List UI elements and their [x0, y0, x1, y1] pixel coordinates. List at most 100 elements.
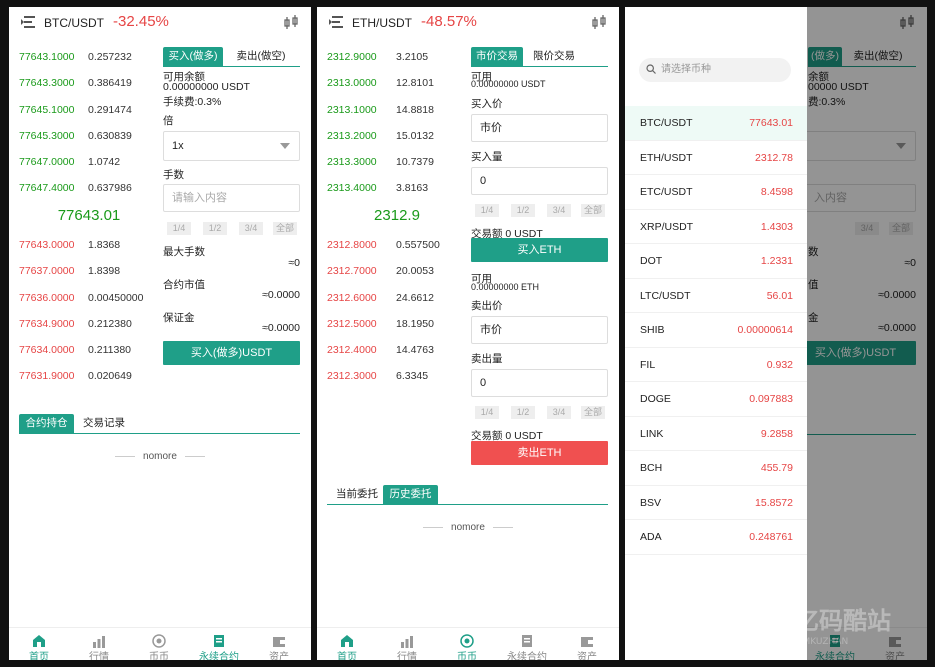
- tab-order-history[interactable]: 历史委托: [383, 485, 438, 504]
- order-row[interactable]: 2312.4000 14.4763: [327, 338, 457, 364]
- market-price: 0.248761: [749, 531, 793, 543]
- eth-spot-panel: ETH/USDT -48.57% 2312.9000 3.2105 2313.00…: [317, 7, 619, 660]
- order-row[interactable]: 77643.3000 0.386419: [19, 71, 149, 97]
- market-row[interactable]: BSV 15.8572: [625, 486, 807, 520]
- order-row[interactable]: 77645.1000 0.291474: [19, 98, 149, 124]
- order-row[interactable]: 77634.9000 0.212380: [19, 312, 149, 338]
- hands-input[interactable]: 请输入内容: [163, 184, 300, 212]
- sell-percent-buttons: 1/4 1/2 3/4 全部: [471, 406, 608, 419]
- market-price: 8.4598: [760, 186, 793, 198]
- order-row[interactable]: 2313.1000 14.8818: [327, 98, 457, 124]
- buy-qty-label: 买入量: [471, 151, 503, 163]
- pct-three-quarter-button[interactable]: 3/4: [547, 204, 571, 217]
- candlestick-icon[interactable]: [283, 15, 299, 30]
- order-row[interactable]: 2312.3000 6.3345: [327, 364, 457, 390]
- buy-eth-button[interactable]: 买入ETH: [471, 238, 608, 262]
- pct-quarter-button[interactable]: 1/4: [475, 406, 499, 419]
- last-price: 2312.9: [374, 207, 420, 224]
- pct-half-button[interactable]: 1/2: [511, 204, 535, 217]
- market-row[interactable]: BTC/USDT 77643.01: [625, 106, 807, 141]
- tab-spot[interactable]: 币币: [437, 628, 497, 660]
- market-row[interactable]: ETH/USDT 2312.78: [625, 141, 807, 175]
- tab-limit-order[interactable]: 限价交易: [529, 47, 579, 66]
- pct-quarter-button[interactable]: 1/4: [167, 222, 191, 235]
- order-row[interactable]: 2313.4000 3.8163: [327, 176, 457, 202]
- tab-perpetual[interactable]: 永续合约: [497, 628, 557, 660]
- tab-assets[interactable]: 资产: [557, 628, 617, 660]
- watermark-logo: 亿码酷站 YMKUZHAN: [734, 596, 891, 648]
- max-hands-label: 最大手数: [163, 246, 205, 258]
- change-percent: -32.45%: [113, 13, 169, 30]
- pct-three-quarter-button[interactable]: 3/4: [239, 222, 263, 235]
- menu-icon[interactable]: [329, 16, 343, 28]
- buy-long-button[interactable]: 买入(做多)USDT: [163, 341, 300, 365]
- tab-spot[interactable]: 币币: [129, 628, 189, 660]
- order-row[interactable]: 77637.0000 1.8398: [19, 259, 149, 285]
- candlestick-icon[interactable]: [591, 15, 607, 30]
- tab-home[interactable]: 首页: [317, 628, 377, 660]
- market-row[interactable]: SHIB 0.00000614: [625, 313, 807, 348]
- tab-market[interactable]: 行情: [377, 628, 437, 660]
- order-row[interactable]: 2313.2000 15.0132: [327, 124, 457, 150]
- fee-text: 手续费:0.3%: [163, 96, 222, 108]
- order-row[interactable]: 77647.4000 0.637986: [19, 176, 149, 202]
- margin-value: ≈0.0000: [262, 322, 300, 334]
- sell-eth-button[interactable]: 卖出ETH: [471, 441, 608, 465]
- order-row[interactable]: 77647.0000 1.0742: [19, 150, 149, 176]
- pct-all-button[interactable]: 全部: [273, 222, 297, 235]
- tab-sell-short[interactable]: 卖出(做空): [226, 47, 296, 66]
- search-input[interactable]: 请选择币种: [639, 58, 791, 82]
- order-row[interactable]: 2313.0000 12.8101: [327, 71, 457, 97]
- order-row[interactable]: 77643.0000 1.8368: [19, 233, 149, 259]
- market-row[interactable]: LINK 9.2858: [625, 417, 807, 451]
- pair-title[interactable]: ETH/USDT: [352, 16, 412, 30]
- buy-price-input[interactable]: 市价: [471, 114, 608, 142]
- market-row[interactable]: DOT 1.2331: [625, 244, 807, 279]
- order-row[interactable]: 77636.0000 0.00450000: [19, 286, 149, 312]
- sell-qty-input[interactable]: 0: [471, 369, 608, 397]
- tab-market[interactable]: 行情: [69, 628, 129, 660]
- market-row[interactable]: LTC/USDT 56.01: [625, 279, 807, 313]
- market-row[interactable]: XRP/USDT 1.4303: [625, 210, 807, 244]
- pct-quarter-button[interactable]: 1/4: [475, 204, 499, 217]
- tab-buy-long[interactable]: 买入(做多): [163, 47, 223, 66]
- tab-assets[interactable]: 资产: [249, 628, 309, 660]
- market-row[interactable]: FIL 0.932: [625, 348, 807, 382]
- order-row[interactable]: 77645.3000 0.630839: [19, 124, 149, 150]
- pct-all-button[interactable]: 全部: [581, 204, 605, 217]
- pct-half-button[interactable]: 1/2: [511, 406, 535, 419]
- market-symbol: LTC/USDT: [640, 289, 691, 302]
- order-row[interactable]: 2312.5000 18.1950: [327, 312, 457, 338]
- market-row[interactable]: ADA 0.248761: [625, 520, 807, 555]
- tab-current-orders[interactable]: 当前委托: [332, 485, 382, 504]
- order-row[interactable]: 77631.9000 0.020649: [19, 364, 149, 390]
- pct-all-button[interactable]: 全部: [581, 406, 605, 419]
- buy-qty-input[interactable]: 0: [471, 167, 608, 195]
- leverage-select[interactable]: 1x: [163, 131, 300, 161]
- tab-market-order[interactable]: 市价交易: [471, 47, 523, 66]
- order-row[interactable]: 2312.8000 0.557500: [327, 233, 457, 259]
- market-row[interactable]: DOGE 0.097883: [625, 382, 807, 417]
- order-row[interactable]: 2312.7000 20.0053: [327, 259, 457, 285]
- market-row[interactable]: ETC/USDT 8.4598: [625, 175, 807, 210]
- market-price: 0.00000614: [737, 324, 793, 336]
- market-row[interactable]: BCH 455.79: [625, 451, 807, 486]
- order-row[interactable]: 2312.9000 3.2105: [327, 45, 457, 71]
- order-row[interactable]: 2312.6000 24.6612: [327, 286, 457, 312]
- pct-three-quarter-button[interactable]: 3/4: [547, 406, 571, 419]
- tab-trade-records[interactable]: 交易记录: [79, 414, 129, 433]
- available-eth: 0.00000000 ETH: [471, 282, 540, 292]
- sell-price-input[interactable]: 市价: [471, 316, 608, 344]
- menu-icon[interactable]: [21, 16, 35, 28]
- tab-home[interactable]: 首页: [9, 628, 69, 660]
- tab-positions[interactable]: 合约持仓: [19, 414, 74, 433]
- order-row[interactable]: 77634.0000 0.211380: [19, 338, 149, 364]
- market-symbol: BSV: [640, 496, 662, 509]
- ask-list: 2312.8000 0.557500 2312.7000 20.0053 2312.…: [327, 233, 457, 391]
- order-row[interactable]: 77643.1000 0.257232: [19, 45, 149, 71]
- tab-perpetual[interactable]: 永续合约: [189, 628, 249, 660]
- order-row[interactable]: 2313.3000 10.7379: [327, 150, 457, 176]
- pair-title[interactable]: BTC/USDT: [44, 16, 104, 30]
- pct-half-button[interactable]: 1/2: [203, 222, 227, 235]
- overlay-mask[interactable]: [807, 7, 927, 660]
